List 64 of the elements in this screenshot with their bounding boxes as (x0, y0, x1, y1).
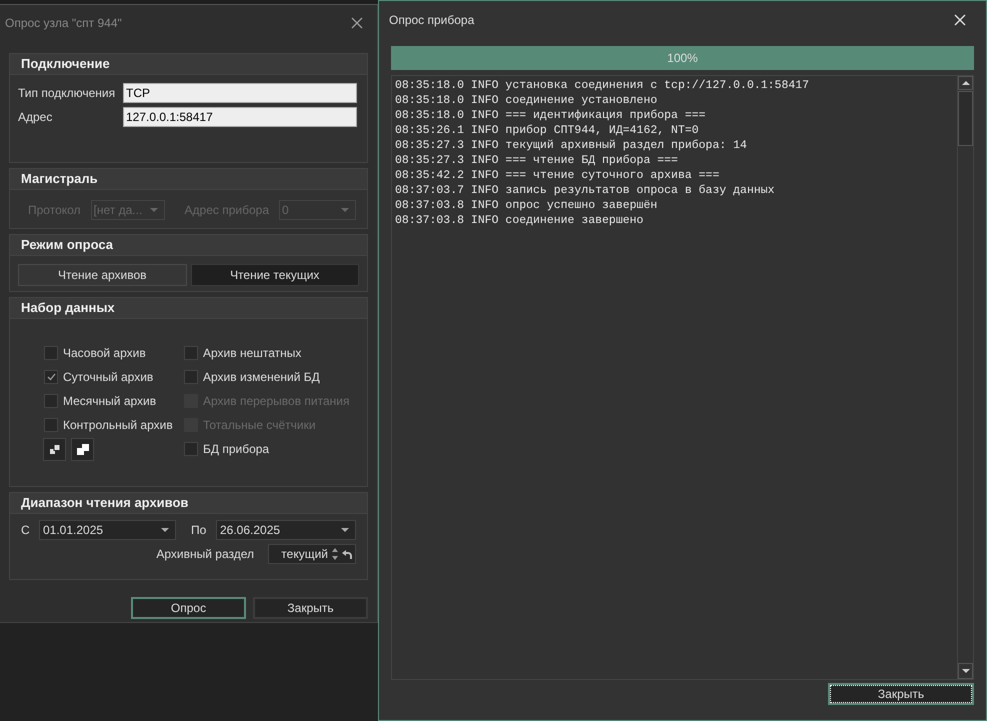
scroll-down-icon[interactable] (962, 669, 970, 673)
log-line: 08:35:18.0 INFO === идентификация прибора === (395, 108, 707, 123)
date-picker[interactable]: 01.01.2025 (39, 520, 176, 540)
log-line: 08:35:18.0 INFO установка соединения с tcp://127.0.0.1:58417 (395, 78, 810, 93)
checkbox-label: Месячный архив (63, 393, 156, 410)
dropdown-caret-icon (341, 208, 350, 212)
log-line: 08:35:27.3 INFO === чтение БД прибора === (395, 153, 679, 168)
dropdown-caret-icon (150, 208, 158, 212)
field-label: По (190, 522, 208, 539)
stacked-squares-icon (76, 444, 88, 455)
checkbox-label: Часовой архив (63, 345, 146, 362)
field-label: Адрес (18, 109, 54, 126)
log-line: 08:37:03.7 INFO запись результатов опроса в базу данных (395, 183, 776, 198)
checkbox-label: Архив перерывов питания (203, 393, 350, 410)
input-field[interactable]: 127.0.0.1:58417 (123, 107, 357, 127)
checkbox[interactable] (44, 394, 58, 408)
field-label: Архивный раздел (156, 546, 254, 563)
checkbox[interactable] (184, 346, 198, 360)
undo-arrow-icon (342, 550, 352, 558)
progress-text: 100% (666, 50, 699, 67)
log-line: 08:35:27.3 INFO текущий архивный раздел прибора: 14 (395, 138, 748, 153)
section-title: Магистраль (10, 169, 367, 190)
section-title: Набор данных (10, 298, 367, 319)
checkbox[interactable] (44, 418, 58, 432)
scroll-up-icon[interactable] (962, 81, 970, 85)
stacked-squares-icon (48, 444, 60, 455)
dropdown-caret-icon (341, 528, 349, 532)
window-title: Опрос узла "спт 944" (5, 14, 122, 32)
log-line: 08:35:26.1 INFO прибор СПТ944, ИД=4162, NT=0 (395, 123, 700, 138)
input-field[interactable]: TCP (123, 83, 357, 103)
checkbox[interactable] (184, 370, 198, 384)
checkbox-label: Контрольный архив (63, 417, 173, 434)
dialog-button[interactable]: Закрыть (253, 597, 368, 619)
mode-toggle-button[interactable]: Чтение текущих (190, 264, 359, 286)
checkbox[interactable] (44, 370, 58, 384)
checkbox-label: Суточный архив (63, 369, 154, 386)
window-title: Опрос прибора (389, 12, 474, 28)
clear-selection-button[interactable] (71, 438, 94, 461)
dialog-button[interactable]: Опрос (131, 597, 246, 619)
close-button[interactable]: Закрыть (828, 683, 974, 705)
checkbox-label: Тотальные счётчики (203, 417, 316, 434)
checkmark-icon (46, 373, 56, 381)
section-title: Диапазон чтения архивов (10, 493, 367, 514)
field-label: Тип подключения (18, 85, 116, 102)
checkbox[interactable] (184, 442, 198, 456)
checkbox-label: Архив изменений БД (203, 369, 320, 386)
scrollbar-thumb[interactable] (958, 91, 973, 146)
checkbox[interactable] (44, 346, 58, 360)
checkbox-label: Архив нештатных (203, 345, 302, 362)
field-label: С (20, 522, 31, 539)
log-line: 08:35:18.0 INFO соединение установлено (395, 93, 658, 108)
spin-box[interactable]: текущий (268, 544, 356, 564)
date-picker[interactable]: 26.06.2025 (216, 520, 356, 540)
log-line: 08:35:42.2 INFO === чтение суточного архива === (395, 168, 720, 183)
close-icon[interactable] (351, 16, 363, 28)
log-line: 08:37:03.8 INFO соединение завершено (395, 213, 644, 228)
select-all-button[interactable] (43, 438, 66, 461)
section-title: Режим опроса (10, 235, 367, 256)
up-down-arrows-icon (332, 548, 338, 560)
log-line: 08:37:03.8 INFO опрос успешно завершён (395, 198, 658, 213)
dropdown-caret-icon (161, 528, 169, 532)
checkbox-label: БД прибора (203, 441, 270, 458)
mode-toggle-button[interactable]: Чтение архивов (18, 264, 186, 286)
section-title: Подключение (10, 54, 367, 75)
